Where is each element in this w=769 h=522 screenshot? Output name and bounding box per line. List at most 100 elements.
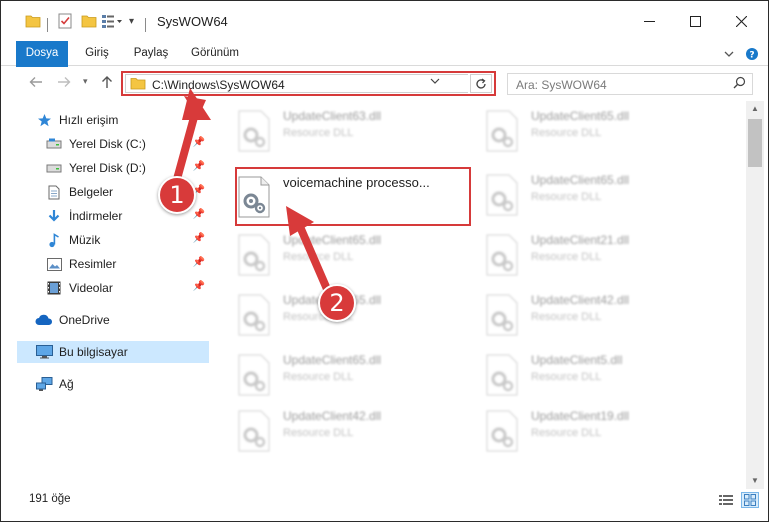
sidebar-item-network[interactable]: Ağ xyxy=(35,373,209,395)
address-dropdown-icon[interactable] xyxy=(430,77,440,88)
scroll-thumb[interactable] xyxy=(748,119,762,167)
pictures-icon xyxy=(45,256,63,272)
sidebar-item-label: Müzik xyxy=(69,233,101,247)
chevron-down-icon[interactable] xyxy=(723,46,735,62)
separator xyxy=(145,18,146,32)
up-arrow-icon[interactable] xyxy=(101,75,113,92)
search-input[interactable]: Ara: SysWOW64 xyxy=(507,73,753,95)
pin-icon[interactable]: 📌 xyxy=(193,209,205,220)
quick-access-dropdown-icon[interactable]: ▾ xyxy=(129,11,134,31)
minimize-button[interactable] xyxy=(626,1,672,41)
cloud-icon xyxy=(35,312,53,328)
callout-badge-1: 1 xyxy=(158,176,196,214)
dll-file-icon xyxy=(485,409,519,453)
help-icon[interactable]: ? xyxy=(745,46,759,62)
sidebar-item-local-disk-d[interactable]: Yerel Disk (D:) 📌 xyxy=(45,157,209,179)
address-field[interactable]: C:\Windows\SysWOW64 xyxy=(125,74,468,93)
ribbon-tabs: Dosya Giriş Paylaş Görünüm ? xyxy=(1,41,768,97)
sidebar-item-label: Resimler xyxy=(69,257,117,271)
pin-icon[interactable]: 📌 xyxy=(193,257,205,268)
forward-arrow-icon[interactable] xyxy=(57,75,71,91)
sidebar-item-label: İndirmeler xyxy=(69,209,123,223)
recent-locations-icon[interactable]: ▾ xyxy=(83,76,88,87)
file-item[interactable]: UpdateClient65.dll Resource DLL xyxy=(459,167,689,223)
file-type: Resource DLL xyxy=(531,127,602,139)
tab-home[interactable]: Giriş xyxy=(77,41,117,65)
file-name: UpdateClient21.dll xyxy=(531,233,630,247)
folder-icon xyxy=(130,77,146,93)
file-type: Resource DLL xyxy=(283,127,354,139)
file-type: Resource DLL xyxy=(283,371,354,383)
sidebar-item-label: Videolar xyxy=(69,281,113,295)
file-item[interactable]: UpdateClient42.dll Resource DLL xyxy=(459,287,689,343)
pin-icon[interactable]: 📌 xyxy=(193,233,205,244)
file-item[interactable]: UpdateClient65.dll Resource DLL xyxy=(211,347,441,403)
dll-file-icon xyxy=(485,353,519,397)
file-name: UpdateClient65.dll xyxy=(283,353,382,367)
file-item[interactable]: UpdateClient65.dll Resource DLL xyxy=(211,227,441,283)
sidebar-item-label: OneDrive xyxy=(59,313,110,327)
sidebar-item-quick-access[interactable]: Hızlı erişim xyxy=(35,109,209,131)
new-folder-icon[interactable] xyxy=(81,11,97,31)
sidebar-item-this-pc[interactable]: Bu bilgisayar xyxy=(17,341,209,363)
refresh-icon xyxy=(476,77,486,89)
file-item[interactable]: UpdateClient42.dll Resource DLL xyxy=(211,403,441,459)
customize-view-icon[interactable] xyxy=(101,11,123,31)
address-path[interactable]: C:\Windows\SysWOW64 xyxy=(152,78,285,92)
file-item[interactable]: UpdateClient63.dll Resource DLL xyxy=(211,103,441,159)
file-item[interactable]: UpdateClient19.dll Resource DLL xyxy=(459,403,689,459)
maximize-button[interactable] xyxy=(672,1,718,41)
refresh-button[interactable] xyxy=(470,74,492,93)
scroll-down-icon[interactable]: ▼ xyxy=(746,473,764,489)
file-name: UpdateClient5.dll xyxy=(531,353,623,367)
pin-icon[interactable]: 📌 xyxy=(193,161,205,172)
callout-badge-2: 2 xyxy=(318,284,356,322)
tiles-view-icon[interactable] xyxy=(741,492,759,508)
star-icon xyxy=(35,112,53,128)
vertical-scrollbar[interactable]: ▲ ▼ xyxy=(746,101,764,489)
tab-share[interactable]: Paylaş xyxy=(127,41,175,65)
sidebar-item-label: Ağ xyxy=(59,377,74,391)
dll-file-icon xyxy=(237,409,271,453)
video-icon xyxy=(45,280,63,296)
file-name: UpdateClient42.dll xyxy=(531,293,630,307)
sidebar-item-local-disk-c[interactable]: Yerel Disk (C:) 📌 xyxy=(45,133,209,155)
sidebar-item-videos[interactable]: Videolar 📌 xyxy=(45,277,209,299)
sidebar-item-label: Yerel Disk (D:) xyxy=(69,161,146,175)
drive-icon xyxy=(45,160,63,176)
file-type: Resource DLL xyxy=(531,427,602,439)
file-type: Resource DLL xyxy=(531,311,602,323)
file-name: UpdateClient65.dll xyxy=(283,233,382,247)
close-button[interactable] xyxy=(718,1,764,41)
file-name: UpdateClient19.dll xyxy=(531,409,630,423)
file-type: Resource DLL xyxy=(531,191,602,203)
sidebar-item-label: Hızlı erişim xyxy=(59,113,119,127)
separator xyxy=(47,18,48,32)
dll-file-icon xyxy=(485,109,519,153)
pin-icon[interactable]: 📌 xyxy=(193,137,205,148)
tab-view[interactable]: Görünüm xyxy=(185,41,245,65)
address-bar[interactable]: C:\Windows\SysWOW64 xyxy=(121,71,496,96)
title-bar: ▾ SysWOW64 xyxy=(1,1,768,41)
sidebar-item-pictures[interactable]: Resimler 📌 xyxy=(45,253,209,275)
search-icon[interactable] xyxy=(733,76,746,92)
status-bar: 191 öğe xyxy=(1,489,768,511)
dll-file-icon xyxy=(237,353,271,397)
details-view-icon[interactable] xyxy=(717,492,735,508)
sidebar-item-onedrive[interactable]: OneDrive xyxy=(35,309,209,331)
file-list: UpdateClient63.dll Resource DLL voicemac… xyxy=(211,101,746,489)
window-title: SysWOW64 xyxy=(157,14,228,29)
download-icon xyxy=(45,208,63,224)
file-name: UpdateClient63.dll xyxy=(283,109,382,123)
file-item[interactable]: UpdateClient65.dll Resource DLL xyxy=(459,103,689,159)
address-row: ▾ C:\Windows\SysWOW64 Ara: SysWOW64 xyxy=(1,67,768,101)
scroll-up-icon[interactable]: ▲ xyxy=(746,101,764,117)
sidebar-item-label: Belgeler xyxy=(69,185,114,199)
file-item[interactable]: UpdateClient5.dll Resource DLL xyxy=(459,347,689,403)
back-arrow-icon[interactable] xyxy=(29,75,43,91)
file-item[interactable]: UpdateClient21.dll Resource DLL xyxy=(459,227,689,283)
dll-file-icon xyxy=(485,173,519,217)
sidebar-item-music[interactable]: Müzik 📌 xyxy=(45,229,209,251)
properties-icon[interactable] xyxy=(57,11,73,31)
pin-icon[interactable]: 📌 xyxy=(193,281,205,292)
